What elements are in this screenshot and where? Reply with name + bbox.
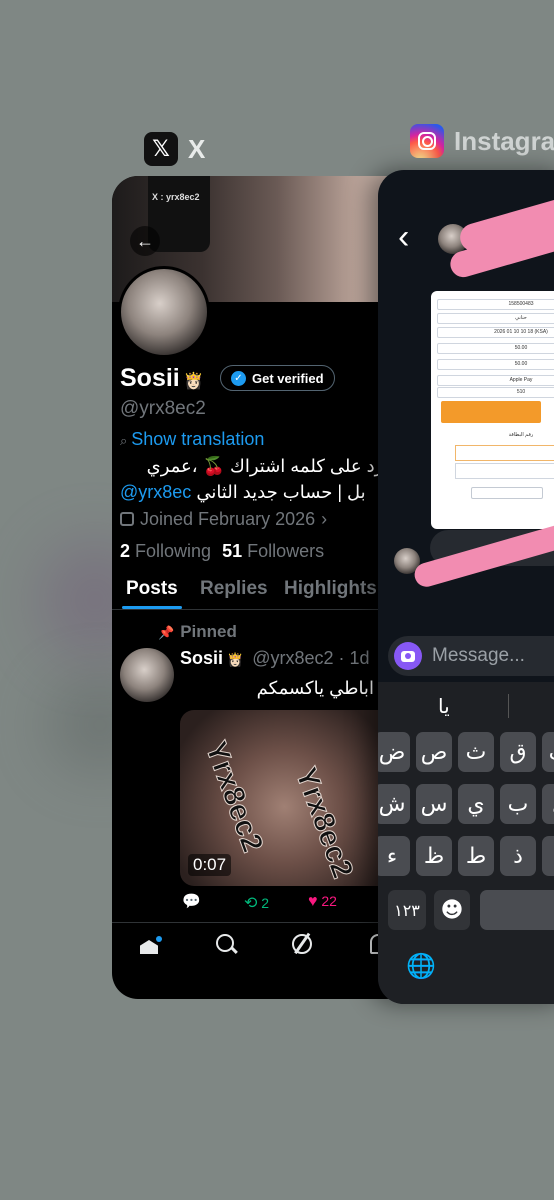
get-verified-button[interactable]: ✓ Get verified [220, 365, 335, 391]
joined-date: Joined February 2026 › [120, 509, 327, 530]
keyboard-key[interactable]: س [416, 784, 452, 824]
screenshot-field [455, 445, 554, 461]
back-button[interactable]: ← [130, 226, 160, 256]
x-app-card[interactable]: X : yrx8ec2 ← Sosii 👸🏻 ✓ Get verified @yr… [112, 176, 412, 999]
message-input[interactable]: Message... [432, 645, 525, 667]
post-handle-time: @yrx8ec2 · 1d [252, 648, 370, 668]
x-logo-icon: 𝕏 [144, 132, 178, 166]
video-watermark: Yrx8ec2 [288, 763, 360, 883]
screenshot-field [455, 463, 554, 479]
search-icon[interactable] [216, 934, 238, 954]
screenshot-row: 158500483 [437, 299, 554, 310]
keyboard-key[interactable]: ض [378, 732, 410, 772]
keyboard-key[interactable]: ش [378, 784, 410, 824]
keyboard-key[interactable]: ق [500, 732, 536, 772]
back-arrow-icon: ← [136, 230, 154, 251]
keyboard-key[interactable]: ط [458, 836, 494, 876]
like-count: 22 [321, 893, 337, 909]
space-key[interactable] [480, 890, 554, 930]
tab-posts[interactable]: Posts [126, 578, 178, 600]
phone-case-text: X : yrx8ec2 [152, 192, 200, 202]
shared-screenshot[interactable]: 158500483 حناني 2026 01 10 10 18 (KSA) 5… [431, 291, 554, 529]
translate-icon: ⌕ [120, 433, 128, 448]
repost-action[interactable]: ⟲ 2 [244, 893, 269, 913]
profile-handle: @yrx8ec2 [120, 398, 206, 419]
pinned-label: 📌 Pinned [158, 622, 237, 641]
chevron-right-icon: › [321, 509, 328, 529]
keyboard-key[interactable]: د [542, 836, 554, 876]
reply-action[interactable]: 💬 [182, 892, 201, 910]
screenshot-row: 2026 01 10 10 18 (KSA) [437, 327, 554, 338]
bio-line-2: @yrx8ec بل | حساب جديد الثاني [120, 482, 366, 502]
globe-key[interactable]: 🌐 [406, 952, 436, 981]
instagram-app-name: Instagra [454, 125, 554, 156]
video-watermark: Yrx8ec2 [198, 737, 270, 857]
ig-message-composer[interactable]: Message... [388, 636, 554, 676]
suggestion-divider [508, 694, 509, 718]
pin-icon: 📌 [158, 625, 175, 640]
heart-icon: ♥ [308, 893, 318, 910]
calendar-icon [120, 512, 134, 526]
instagram-logo-icon [410, 124, 444, 158]
profile-avatar[interactable] [118, 266, 210, 358]
notification-dot [156, 936, 162, 942]
keyboard-key[interactable]: ظ [416, 836, 452, 876]
screenshot-row: 50.00 [437, 343, 554, 354]
keyboard-key[interactable]: ف [542, 732, 554, 772]
bottom-nav-divider [112, 922, 412, 923]
keyboard-key[interactable]: ث [458, 732, 494, 772]
repost-count: 2 [261, 895, 270, 911]
keyboard-key[interactable]: ي [458, 784, 494, 824]
x-app-name: X [188, 133, 206, 164]
crown-emoji: 👸🏻 [183, 373, 204, 390]
bio-mention-link[interactable]: @yrx8ec [120, 482, 191, 502]
suggestion-word[interactable]: يا [438, 694, 450, 719]
tabs-divider [112, 609, 412, 610]
screenshot-row: 510 [437, 387, 554, 398]
follow-stats: 2 Following 51 Followers [120, 541, 324, 562]
screenshot-row: 50.00 [437, 359, 554, 370]
following-label[interactable]: Following [135, 541, 211, 561]
screenshot-button [471, 487, 543, 499]
post-header: Sosii 👸🏻 @yrx8ec2 · 1d [180, 648, 370, 668]
home-icon[interactable] [140, 932, 162, 954]
show-translation-link[interactable]: ⌕ Show translation [120, 429, 264, 450]
post-avatar[interactable] [120, 648, 174, 702]
verified-badge-icon: ✓ [231, 370, 246, 386]
followers-count[interactable]: 51 [222, 541, 242, 561]
display-name: Sosii 👸🏻 [120, 364, 204, 392]
keyboard-key[interactable]: ص [416, 732, 452, 772]
screenshot-row: Apple Pay [437, 375, 554, 386]
x-app-label[interactable]: 𝕏 X [144, 132, 205, 166]
tab-replies[interactable]: Replies [200, 578, 268, 600]
keyboard-key[interactable]: ب [500, 784, 536, 824]
post-author[interactable]: Sosii [180, 648, 223, 668]
numbers-key[interactable]: ١٢٣ [388, 890, 426, 930]
bio-line-1: ين ارد على كلمه اشتراك 🍒 ،عمري [146, 456, 412, 476]
camera-icon[interactable] [394, 642, 422, 670]
reply-icon: 💬 [182, 893, 201, 910]
screenshot-row: رقم البطاقة [508, 432, 534, 438]
keyboard-key[interactable]: ء [378, 836, 410, 876]
tab-highlights[interactable]: Highlights [284, 578, 377, 600]
ig-back-button[interactable]: ‹ [398, 220, 409, 254]
keyboard: يا فقثصض لبيسش دذطظء ١٢٣ ☻ 🌐 [378, 682, 554, 1004]
globe-icon: 🌐 [406, 953, 436, 980]
instagram-app-card[interactable]: ‹ 158500483 حناني 2026 01 10 10 18 (KSA)… [378, 170, 554, 1004]
grok-icon[interactable] [292, 932, 312, 954]
repost-icon: ⟲ [244, 895, 258, 912]
screenshot-orange-banner [441, 401, 541, 423]
following-count[interactable]: 2 [120, 541, 130, 561]
emoji-key[interactable]: ☻ [434, 890, 470, 930]
keyboard-key[interactable]: ذ [500, 836, 536, 876]
emoji-icon: ☻ [440, 897, 464, 923]
keyboard-key[interactable]: ل [542, 784, 554, 824]
instagram-app-label[interactable]: Instagra [410, 124, 554, 158]
video-duration: 0:07 [188, 854, 232, 876]
followers-label[interactable]: Followers [247, 541, 324, 561]
screenshot-row: حناني [437, 313, 554, 324]
bottom-nav [112, 924, 412, 999]
like-action[interactable]: ♥ 22 [308, 893, 337, 911]
